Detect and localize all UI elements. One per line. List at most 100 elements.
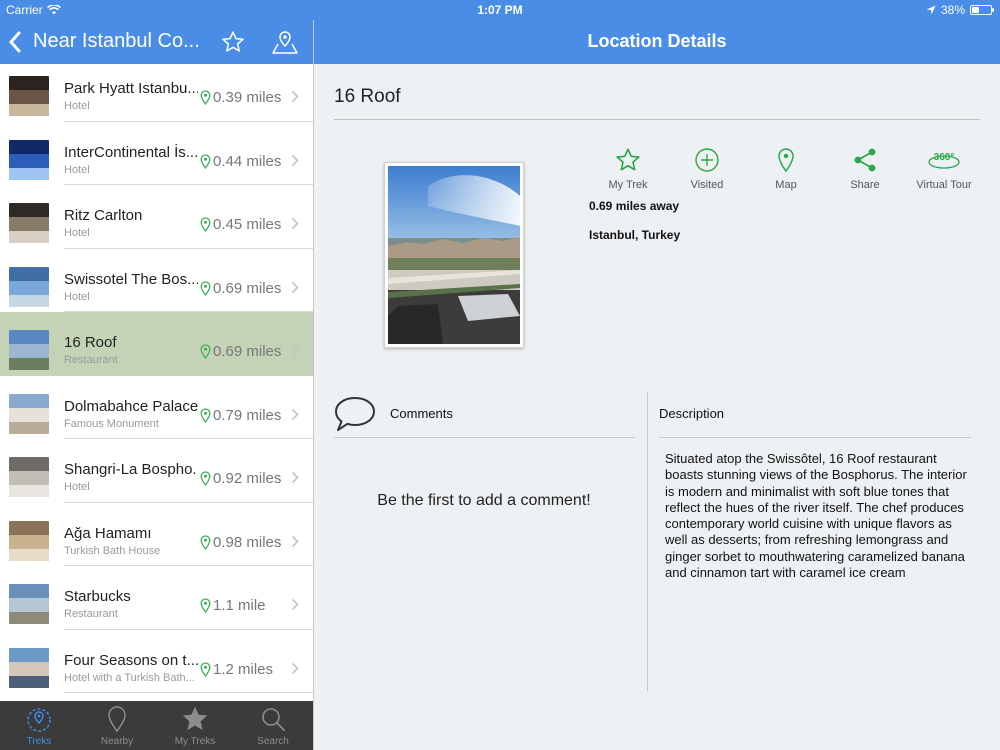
map-view-button[interactable] xyxy=(271,29,299,60)
detail-nav-title: Location Details xyxy=(587,31,727,51)
list-item[interactable]: Dolmabahce Palace Famous Monument 0.79 mil… xyxy=(0,376,313,439)
list-item[interactable]: Swissotel The Bos... Hotel 0.69 miles xyxy=(0,249,313,312)
location-thumbnail xyxy=(9,647,49,688)
distance-away: 0.69 miles away xyxy=(589,199,680,213)
location-type: Restaurant xyxy=(64,608,118,620)
location-name: Ağa Hamamı xyxy=(64,524,152,542)
distance-value: 1.2 miles xyxy=(213,660,274,678)
map-pin-icon xyxy=(200,217,211,232)
location-name: Dolmabahce Palace xyxy=(64,397,198,415)
distance-value: 0.69 miles xyxy=(213,343,282,360)
location-name: 16 Roof xyxy=(64,334,117,351)
action-label: Map xyxy=(775,179,797,191)
action-visited[interactable]: Visited xyxy=(669,146,745,191)
title-divider xyxy=(334,119,980,120)
description-label: Description xyxy=(659,406,725,421)
location-distance: 0.44 miles xyxy=(200,153,281,170)
share-icon xyxy=(827,146,903,174)
tab-bar: Treks Nearby My Treks Search xyxy=(0,701,313,750)
360-view-icon: 360° xyxy=(906,146,982,174)
tab-treks[interactable]: Treks xyxy=(0,701,78,750)
comments-icon[interactable] xyxy=(333,395,377,438)
star-outline-icon xyxy=(590,146,666,174)
location-arrow-icon xyxy=(926,5,936,15)
list-item[interactable]: InterContinental İs... Hotel 0.44 miles xyxy=(0,122,313,185)
location-thumbnail xyxy=(9,520,49,561)
location-type: Hotel xyxy=(64,100,90,112)
tab-nearby[interactable]: Nearby xyxy=(78,701,156,750)
location-list: Park Hyatt Istanbu... Hotel 0.39 miles Inte… xyxy=(0,64,313,701)
list-item[interactable]: Ağa Hamamı Turkish Bath House 0.98 miles xyxy=(0,503,313,566)
location-name: Ritz Carlton xyxy=(64,207,143,224)
location-distance: 0.98 miles xyxy=(200,534,281,551)
action-my-trek[interactable]: My Trek xyxy=(590,146,666,191)
star-icon xyxy=(182,706,208,731)
rooftop-photo xyxy=(388,166,520,344)
map-pin-icon xyxy=(200,534,211,550)
star-outline-icon xyxy=(222,31,244,52)
action-map[interactable]: Map xyxy=(748,146,824,191)
list-item[interactable]: Ritz Carlton Hotel 0.45 miles xyxy=(0,185,313,249)
location-distance: 1.2 miles xyxy=(200,661,273,678)
split-divider xyxy=(313,20,314,750)
list-item[interactable]: Starbucks Restaurant 1.1 mile xyxy=(0,566,313,630)
status-bar: Carrier 1:07 PM 38% xyxy=(0,0,1000,20)
tab-my-treks[interactable]: My Treks xyxy=(156,701,234,750)
back-button[interactable] xyxy=(8,28,28,56)
location-distance: 0.79 miles xyxy=(200,407,281,424)
location-name: Shangri-La Bospho... xyxy=(64,461,198,478)
location-distance: 0.45 miles xyxy=(200,216,281,233)
action-virtual-tour[interactable]: 360° Virtual Tour xyxy=(906,146,982,191)
chevron-right-icon xyxy=(291,471,299,489)
chevron-right-icon xyxy=(291,344,299,362)
list-item[interactable]: Shangri-La Bospho... Hotel 0.92 miles xyxy=(0,439,313,503)
description-text: Situated atop the Swissôtel, 16 Roof res… xyxy=(665,451,967,581)
distance-value: 0.44 miles xyxy=(213,152,282,170)
distance-value: 0.92 miles xyxy=(213,470,282,487)
location-distance: 1.1 mile xyxy=(200,597,266,614)
location-thumbnail xyxy=(9,139,49,180)
list-item[interactable]: Park Hyatt Istanbu... Hotel 0.39 miles xyxy=(0,64,313,122)
location-photo[interactable] xyxy=(384,162,524,348)
location-name: Swissotel The Bos... xyxy=(64,270,198,288)
tab-search[interactable]: Search xyxy=(234,701,312,750)
tab-label: Treks xyxy=(26,736,52,747)
location-type: Turkish Bath House xyxy=(64,544,161,557)
list-item[interactable]: Four Seasons on t... Hotel with a Turkish… xyxy=(0,630,313,693)
location-name: Four Seasons on t... xyxy=(64,651,198,669)
favorite-button[interactable] xyxy=(221,30,245,59)
location-thumbnail xyxy=(9,393,49,434)
location-thumbnail xyxy=(9,330,49,370)
comments-divider xyxy=(334,437,635,438)
action-label: Visited xyxy=(690,179,724,191)
chevron-right-icon xyxy=(291,217,299,235)
map-pin-outline-icon xyxy=(108,706,126,733)
chevron-right-icon xyxy=(291,90,299,108)
distance-value: 0.39 miles xyxy=(213,89,282,106)
status-right: 38% xyxy=(926,3,994,17)
chevron-right-icon xyxy=(291,408,299,426)
tab-label: Search xyxy=(257,736,289,747)
location-type: Restaurant xyxy=(64,354,118,366)
action-share[interactable]: Share xyxy=(827,146,903,191)
location-thumbnail xyxy=(9,266,49,307)
location-title: 16 Roof xyxy=(334,86,401,107)
location-thumbnail xyxy=(9,457,49,497)
search-icon xyxy=(262,708,285,731)
location-thumbnail xyxy=(9,584,49,624)
map-pin-icon xyxy=(200,344,211,359)
empty-comments-message[interactable]: Be the first to add a comment! xyxy=(334,492,634,510)
plus-circle-icon xyxy=(669,146,745,174)
location-thumbnail xyxy=(9,203,49,243)
distance-value: 0.98 miles xyxy=(213,533,282,551)
map-pin-icon xyxy=(748,146,824,174)
distance-value: 0.69 miles xyxy=(213,279,282,297)
map-pin-icon xyxy=(200,471,211,486)
battery-icon xyxy=(970,5,994,15)
location-name: Starbucks xyxy=(64,588,131,605)
location-distance: 0.69 miles xyxy=(200,280,281,297)
location-type: Hotel xyxy=(64,163,90,176)
list-item[interactable]: 16 Roof Restaurant 0.69 miles xyxy=(0,312,313,376)
tab-label: Nearby xyxy=(100,736,134,747)
action-label: Share xyxy=(850,179,880,191)
